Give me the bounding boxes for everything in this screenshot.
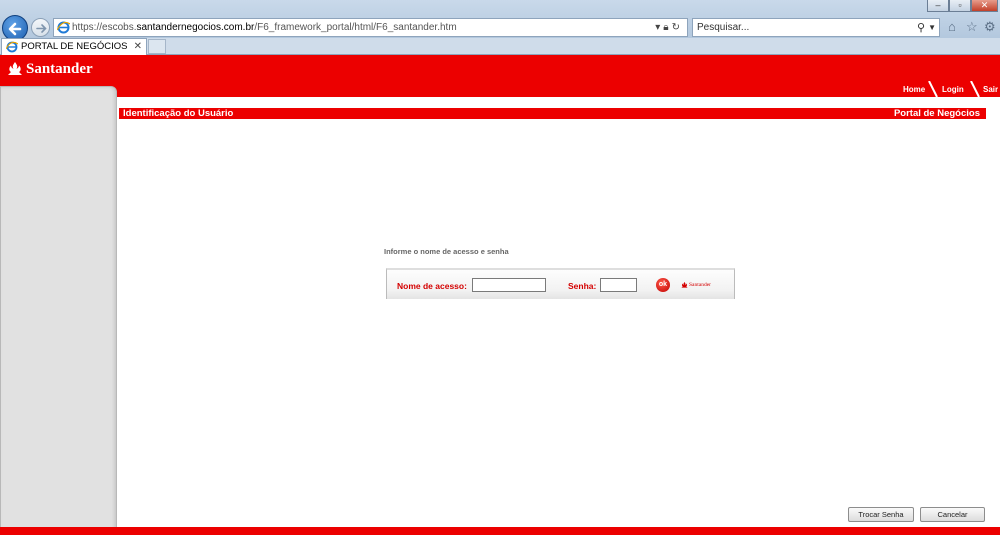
portal-subheader xyxy=(0,85,1000,97)
flame-logo-icon xyxy=(8,62,22,75)
browser-tab-row: PORTAL DE NEGÓCIOS ✕ xyxy=(0,38,1000,55)
forward-arrow-icon xyxy=(36,24,47,33)
login-link[interactable]: Login xyxy=(942,85,964,95)
flame-logo-icon xyxy=(681,281,688,288)
mini-logo-text: Santander xyxy=(689,282,711,288)
password-input[interactable] xyxy=(600,278,637,292)
minimize-button[interactable]: – xyxy=(927,0,949,12)
username-input[interactable] xyxy=(472,278,546,292)
refresh-icon[interactable]: ↻ xyxy=(672,22,683,33)
url-domain: santandernegocios.com.br xyxy=(136,22,255,33)
ie-tab-icon xyxy=(6,41,18,53)
change-password-button[interactable]: Trocar Senha xyxy=(848,507,914,522)
new-tab-button[interactable] xyxy=(148,39,166,54)
home-icon[interactable]: ⌂ xyxy=(948,20,956,34)
screen: – ▫ ✕ https://escobs.santandernegocios.c… xyxy=(0,0,1000,535)
ie-page-icon xyxy=(57,21,70,34)
logout-link[interactable]: Sair xyxy=(983,85,998,95)
nav-divider-icon xyxy=(970,81,980,97)
maximize-button[interactable]: ▫ xyxy=(949,0,971,12)
background-window-tabs xyxy=(0,0,900,14)
forward-button[interactable] xyxy=(31,18,50,37)
close-window-button[interactable]: ✕ xyxy=(971,0,998,12)
portal-title: Portal de Negócios xyxy=(893,108,980,119)
magnifier-icon[interactable]: ⚲ xyxy=(917,21,925,35)
url-text: https://escobs.santandernegocios.com.br/… xyxy=(72,21,457,35)
section-title-bar: Identificação do Usuário Portal de Negóc… xyxy=(119,108,986,119)
browser-chrome: – ▫ ✕ https://escobs.santandernegocios.c… xyxy=(0,0,1000,41)
portal-header: Santander xyxy=(0,55,1000,85)
close-icon[interactable]: ✕ xyxy=(134,40,142,53)
chevron-down-icon[interactable]: ▼ xyxy=(928,21,936,35)
gear-icon[interactable]: ⚙ xyxy=(984,20,996,34)
search-input[interactable]: Pesquisar... xyxy=(697,21,749,35)
portal-footer-bar xyxy=(0,527,1000,535)
url-prefix: https://escobs. xyxy=(72,22,137,33)
ok-button[interactable]: ok xyxy=(656,278,670,292)
address-bar[interactable]: https://escobs.santandernegocios.com.br/… xyxy=(53,18,688,37)
search-box[interactable]: Pesquisar... ⚲ ▼ xyxy=(692,18,940,37)
home-link[interactable]: Home xyxy=(903,85,925,95)
star-icon[interactable]: ☆ xyxy=(966,20,978,34)
login-instruction: Informe o nome de acesso e senha xyxy=(384,247,509,256)
lock-icon[interactable]: 🔒︎ xyxy=(663,22,671,33)
sidebar-panel xyxy=(0,86,117,535)
top-nav: Home Login Sair xyxy=(900,81,1000,97)
logo-text: Santander xyxy=(26,61,93,77)
username-label: Nome de acesso: xyxy=(397,281,467,291)
password-label: Senha: xyxy=(568,281,597,291)
tab-portal-de-negocios[interactable]: PORTAL DE NEGÓCIOS ✕ xyxy=(1,38,147,55)
cancel-button[interactable]: Cancelar xyxy=(920,507,985,522)
page-title: Identificação do Usuário xyxy=(123,108,234,119)
login-form: Nome de acesso: Senha: ok Santander xyxy=(386,268,735,299)
address-bar-icons[interactable]: ▾🔒︎↻ xyxy=(655,21,683,35)
tab-label: PORTAL DE NEGÓCIOS xyxy=(21,41,128,52)
url-path: /F6_framework_portal/html/F6_santander.h… xyxy=(254,22,457,33)
nav-divider-icon xyxy=(928,81,938,97)
